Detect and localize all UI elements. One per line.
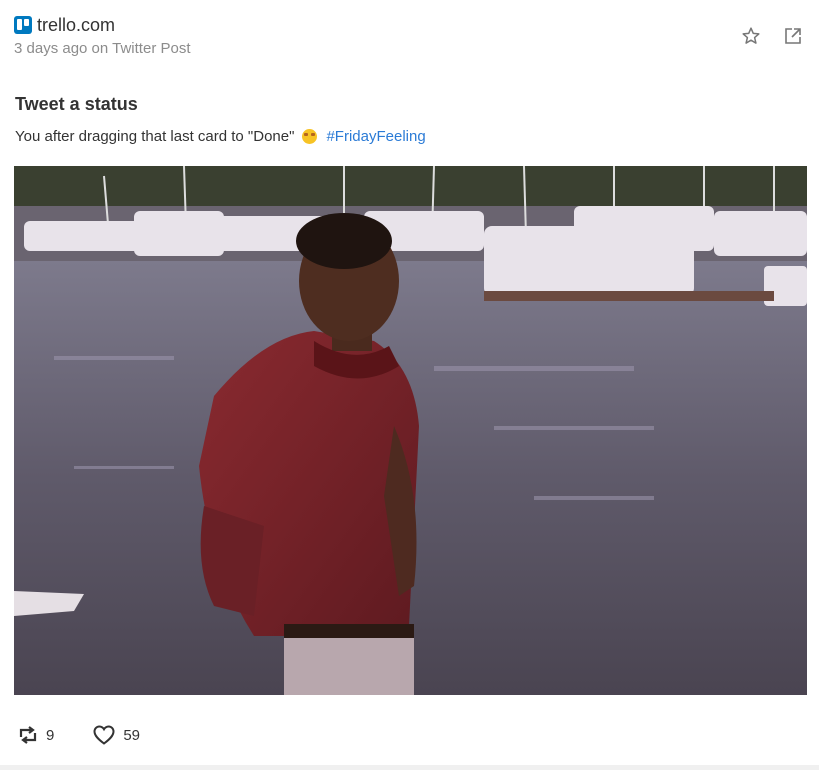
gif-image bbox=[14, 166, 807, 695]
divider bbox=[0, 765, 819, 770]
like-stat[interactable]: 59 bbox=[92, 724, 140, 746]
post-title: Tweet a status bbox=[15, 94, 138, 114]
header-actions bbox=[741, 26, 803, 46]
post-meta: 3 days ago on Twitter Post bbox=[14, 40, 191, 57]
external-link-icon[interactable] bbox=[783, 26, 803, 46]
post-gif[interactable] bbox=[14, 166, 807, 695]
post-body: You after dragging that last card to "Do… bbox=[15, 128, 426, 145]
post-header: trello.com 3 days ago on Twitter Post bbox=[14, 14, 191, 57]
source-name[interactable]: trello.com bbox=[37, 15, 115, 36]
star-struck-emoji-icon bbox=[302, 129, 318, 144]
retweet-icon bbox=[19, 726, 37, 744]
post-stats: 9 59 bbox=[17, 724, 140, 746]
source-row: trello.com bbox=[14, 14, 191, 36]
heart-icon bbox=[93, 725, 115, 745]
retweet-stat[interactable]: 9 bbox=[17, 725, 54, 745]
like-count: 59 bbox=[123, 726, 141, 744]
retweet-count: 9 bbox=[46, 726, 55, 744]
trello-logo-icon bbox=[14, 16, 32, 34]
post-text: You after dragging that last card to "Do… bbox=[15, 128, 295, 145]
hashtag-link[interactable]: #FridayFeeling bbox=[326, 128, 425, 145]
star-icon[interactable] bbox=[741, 26, 761, 46]
